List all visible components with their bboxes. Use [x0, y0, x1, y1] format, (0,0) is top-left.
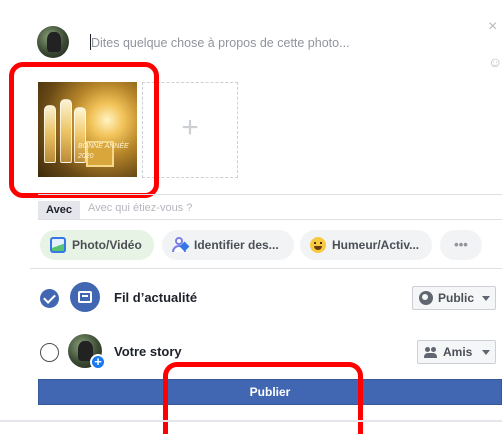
- close-icon[interactable]: ×: [488, 18, 497, 36]
- photo-icon: [50, 237, 66, 253]
- caption-input[interactable]: Dites quelque chose à propos de cette ph…: [91, 36, 350, 50]
- story-label: Votre story: [114, 344, 182, 359]
- with-friends-input[interactable]: Avec qui étiez-vous ?: [88, 202, 192, 214]
- tag-people-icon: [172, 237, 190, 253]
- feed-checkbox[interactable]: [40, 289, 59, 308]
- feeling-activity-button[interactable]: Humeur/Activ...: [300, 230, 432, 260]
- friends-icon: [424, 345, 438, 359]
- chevron-down-icon: [482, 296, 490, 301]
- story-audience-select[interactable]: Amis: [417, 340, 496, 364]
- tag-people-button[interactable]: Identifier des...: [162, 230, 294, 260]
- user-avatar: [37, 26, 69, 58]
- with-label: Avec: [38, 201, 80, 219]
- globe-icon: [419, 291, 433, 305]
- feeling-activity-label: Humeur/Activ...: [332, 238, 420, 252]
- news-feed-icon: [70, 282, 100, 312]
- emoji-icon[interactable]: ☺: [488, 54, 502, 70]
- composer-dialog: Dites quelque chose à propos de cette ph…: [0, 0, 502, 434]
- highlight-publish-box: [163, 362, 363, 434]
- highlight-photo-box: [9, 62, 159, 198]
- story-audience-label: Amis: [443, 345, 473, 359]
- feed-audience-select[interactable]: Public: [412, 286, 496, 310]
- news-feed-label: Fil d’actualité: [114, 290, 198, 305]
- more-options-button[interactable]: •••: [440, 230, 482, 260]
- chevron-down-icon: [482, 350, 490, 355]
- divider: [30, 268, 502, 269]
- more-icon: •••: [454, 237, 468, 252]
- news-feed-row[interactable]: Fil d’actualité Public: [30, 280, 502, 316]
- add-story-icon: +: [90, 354, 106, 370]
- feed-audience-label: Public: [438, 291, 475, 305]
- bottom-divider: [0, 420, 502, 422]
- photo-video-label: Photo/Vidéo: [72, 238, 142, 252]
- with-friends-row[interactable]: Avec Avec qui étiez-vous ?: [38, 194, 502, 220]
- story-checkbox[interactable]: [40, 343, 59, 362]
- tag-people-label: Identifier des...: [194, 238, 279, 252]
- photo-video-button[interactable]: Photo/Vidéo: [40, 230, 154, 260]
- composer-actions: Photo/Vidéo Identifier des... Humeur/Act…: [30, 222, 502, 268]
- smiley-icon: [310, 237, 326, 253]
